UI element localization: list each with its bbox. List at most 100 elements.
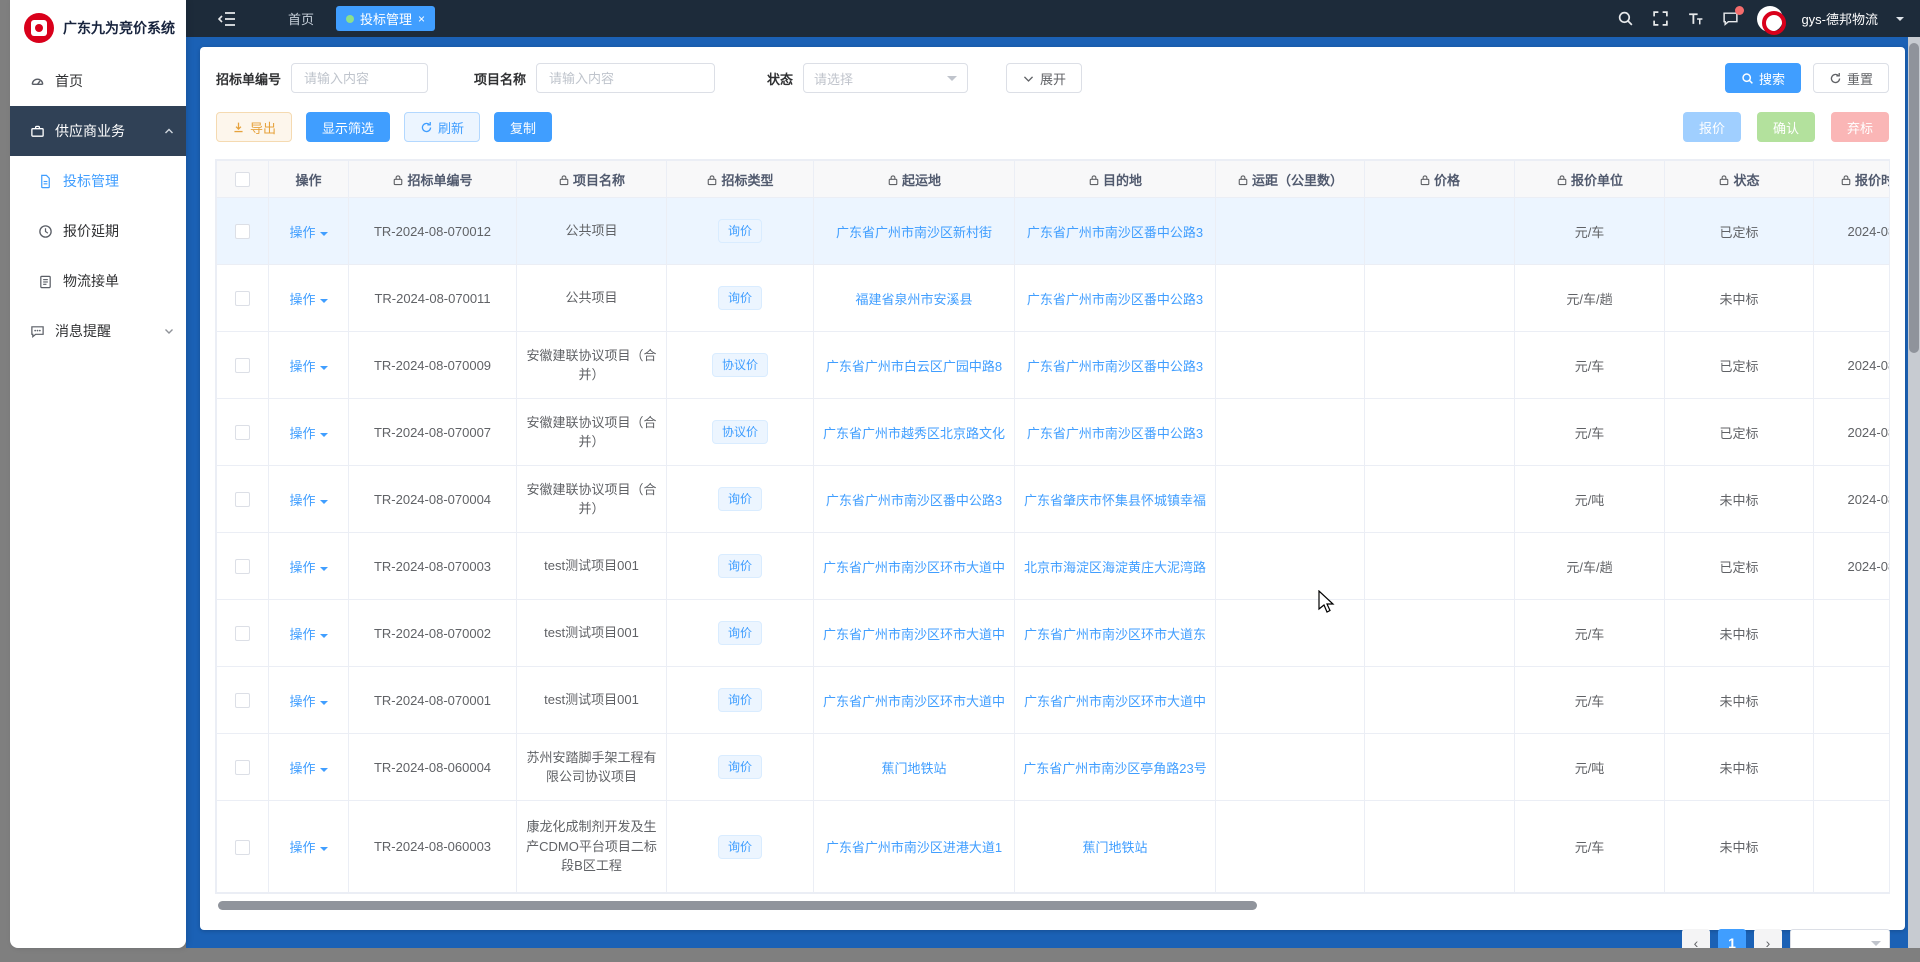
bid-no-input[interactable] <box>291 63 428 93</box>
user-name[interactable]: gys-德邦物流 <box>1801 9 1878 28</box>
table-row[interactable]: 操作TR-2024-08-060004苏州安踏脚手架工程有限公司协议项目询价蕉门… <box>217 734 1891 801</box>
table-row[interactable]: 操作TR-2024-08-070003test测试项目001询价广东省广州市南沙… <box>217 533 1891 600</box>
origin-link[interactable]: 广东省广州市越秀区北京路文化 <box>823 426 1005 441</box>
origin-link[interactable]: 福建省泉州市安溪县 <box>855 292 972 307</box>
column-header-price[interactable]: 价格 <box>1365 161 1515 198</box>
sidebar-collapse-icon[interactable] <box>218 12 236 26</box>
column-header-quote-unit[interactable]: 报价单位 <box>1515 161 1665 198</box>
origin-link[interactable]: 广东省广州市白云区广园中路8 <box>826 359 1002 374</box>
row-checkbox[interactable] <box>235 626 250 641</box>
origin-link[interactable]: 广东省广州市南沙区进港大道1 <box>826 840 1002 855</box>
column-header-quote-time[interactable]: 报价时间 <box>1814 161 1891 198</box>
tab-close-icon[interactable]: × <box>418 13 425 25</box>
horizontal-scrollbar[interactable] <box>215 900 1890 912</box>
row-operation-dropdown[interactable]: 操作 <box>289 761 327 776</box>
avatar[interactable] <box>1757 6 1783 32</box>
search-button[interactable]: 搜索 <box>1725 63 1801 93</box>
row-operation-dropdown[interactable]: 操作 <box>289 359 327 374</box>
table-row[interactable]: 操作TR-2024-08-070012公共项目询价广东省广州市南沙区新村街广东省… <box>217 198 1891 265</box>
column-header-destination[interactable]: 目的地 <box>1015 161 1216 198</box>
abandon-bid-button[interactable]: 弃标 <box>1831 112 1889 142</box>
show-filter-button[interactable]: 显示筛选 <box>306 112 390 142</box>
destination-link[interactable]: 广东省广州市南沙区番中公路3 <box>1027 292 1203 307</box>
destination-link[interactable]: 北京市海淀区海淀黄庄大泥湾路 <box>1024 560 1206 575</box>
row-checkbox[interactable] <box>235 358 250 373</box>
next-page-button[interactable]: › <box>1754 929 1782 948</box>
column-header-bid-type[interactable]: 招标类型 <box>667 161 814 198</box>
destination-link[interactable]: 广东省广州市南沙区番中公路3 <box>1027 225 1203 240</box>
page-size-select[interactable] <box>1790 929 1890 948</box>
origin-link[interactable]: 广东省广州市南沙区环市大道中 <box>823 560 1005 575</box>
row-checkbox[interactable] <box>235 224 250 239</box>
row-operation-dropdown[interactable]: 操作 <box>289 426 327 441</box>
table-row[interactable]: 操作TR-2024-08-070004安徽建联协议项目（合并）询价广东省广州市南… <box>217 466 1891 533</box>
table-row[interactable]: 操作TR-2024-08-070011公共项目询价福建省泉州市安溪县广东省广州市… <box>217 265 1891 332</box>
sidebar-item-logistics-orders[interactable]: 物流接单 <box>10 256 186 306</box>
origin-link[interactable]: 蕉门地铁站 <box>881 761 946 776</box>
select-all-checkbox[interactable] <box>235 172 250 187</box>
horizontal-scrollbar-thumb[interactable] <box>218 901 1257 910</box>
row-operation-dropdown[interactable]: 操作 <box>289 840 327 855</box>
notifications-icon[interactable] <box>1722 10 1739 27</box>
reset-button[interactable]: 重置 <box>1813 63 1889 93</box>
page-1-button[interactable]: 1 <box>1718 929 1746 948</box>
status-select[interactable]: 请选择 <box>803 63 968 93</box>
vertical-scrollbar[interactable] <box>1908 37 1920 948</box>
table-row[interactable]: 操作TR-2024-08-070002test测试项目001询价广东省广州市南沙… <box>217 600 1891 667</box>
row-operation-dropdown[interactable]: 操作 <box>289 560 327 575</box>
quote-button[interactable]: 报价 <box>1683 112 1741 142</box>
destination-link[interactable]: 广东省广州市南沙区番中公路3 <box>1027 426 1203 441</box>
expand-button[interactable]: 展开 <box>1006 63 1082 93</box>
prev-page-button[interactable]: ‹ <box>1682 929 1710 948</box>
origin-link[interactable]: 广东省广州市南沙区新村街 <box>836 225 992 240</box>
row-checkbox[interactable] <box>235 840 250 855</box>
vertical-scrollbar-thumb[interactable] <box>1909 43 1919 353</box>
table-row[interactable]: 操作TR-2024-08-060003康龙化成制剂开发及生产CDMO平台项目二标… <box>217 801 1891 893</box>
tab-bid-management[interactable]: 投标管理 × <box>336 6 435 31</box>
table-row[interactable]: 操作TR-2024-08-070007安徽建联协议项目（合并）协议价广东省广州市… <box>217 399 1891 466</box>
project-name-input[interactable] <box>536 63 715 93</box>
refresh-button[interactable]: 刷新 <box>404 112 480 142</box>
row-checkbox[interactable] <box>235 425 250 440</box>
row-operation-dropdown[interactable]: 操作 <box>289 493 327 508</box>
row-operation-dropdown[interactable]: 操作 <box>289 694 327 709</box>
sidebar-item-quote-extension[interactable]: 报价延期 <box>10 206 186 256</box>
fullscreen-icon[interactable] <box>1652 10 1669 27</box>
search-icon[interactable] <box>1617 10 1634 27</box>
destination-link[interactable]: 广东省广州市南沙区番中公路3 <box>1027 359 1203 374</box>
column-header-status[interactable]: 状态 <box>1665 161 1814 198</box>
row-operation-dropdown[interactable]: 操作 <box>289 225 327 240</box>
row-operation-dropdown[interactable]: 操作 <box>289 292 327 307</box>
row-checkbox[interactable] <box>235 693 250 708</box>
column-header-order-no[interactable]: 招标单编号 <box>349 161 517 198</box>
origin-link[interactable]: 广东省广州市南沙区环市大道中 <box>823 627 1005 642</box>
column-header-operation[interactable]: 操作 <box>269 161 349 198</box>
font-size-icon[interactable] <box>1687 10 1704 27</box>
copy-button[interactable]: 复制 <box>494 112 552 142</box>
row-checkbox[interactable] <box>235 760 250 775</box>
sidebar-item-bid-management[interactable]: 投标管理 <box>10 156 186 206</box>
sidebar-item-home[interactable]: 首页 <box>10 56 186 106</box>
destination-link[interactable]: 广东省广州市南沙区环市大道中 <box>1024 694 1206 709</box>
sidebar-item-messages[interactable]: 消息提醒 <box>10 306 186 356</box>
row-checkbox[interactable] <box>235 291 250 306</box>
sidebar-item-supplier-business[interactable]: 供应商业务 <box>10 106 186 156</box>
table-row[interactable]: 操作TR-2024-08-070009安徽建联协议项目（合并）协议价广东省广州市… <box>217 332 1891 399</box>
row-checkbox[interactable] <box>235 492 250 507</box>
row-operation-dropdown[interactable]: 操作 <box>289 627 327 642</box>
destination-link[interactable]: 广东省肇庆市怀集县怀城镇幸福 <box>1024 493 1206 508</box>
tab-home[interactable]: 首页 <box>280 6 322 31</box>
column-header-distance[interactable]: 运距（公里数） <box>1216 161 1365 198</box>
origin-link[interactable]: 广东省广州市南沙区番中公路3 <box>826 493 1002 508</box>
destination-link[interactable]: 广东省广州市南沙区亭角路23号 <box>1023 761 1206 776</box>
origin-link[interactable]: 广东省广州市南沙区环市大道中 <box>823 694 1005 709</box>
column-header-origin[interactable]: 起运地 <box>814 161 1015 198</box>
destination-link[interactable]: 广东省广州市南沙区环市大道东 <box>1024 627 1206 642</box>
table-row[interactable]: 操作TR-2024-08-070001test测试项目001询价广东省广州市南沙… <box>217 667 1891 734</box>
destination-link[interactable]: 蕉门地铁站 <box>1082 840 1147 855</box>
row-checkbox[interactable] <box>235 559 250 574</box>
export-button[interactable]: 导出 <box>216 112 292 142</box>
user-menu-chevron-icon[interactable] <box>1896 17 1904 25</box>
confirm-button[interactable]: 确认 <box>1757 112 1815 142</box>
column-header-project[interactable]: 项目名称 <box>517 161 667 198</box>
